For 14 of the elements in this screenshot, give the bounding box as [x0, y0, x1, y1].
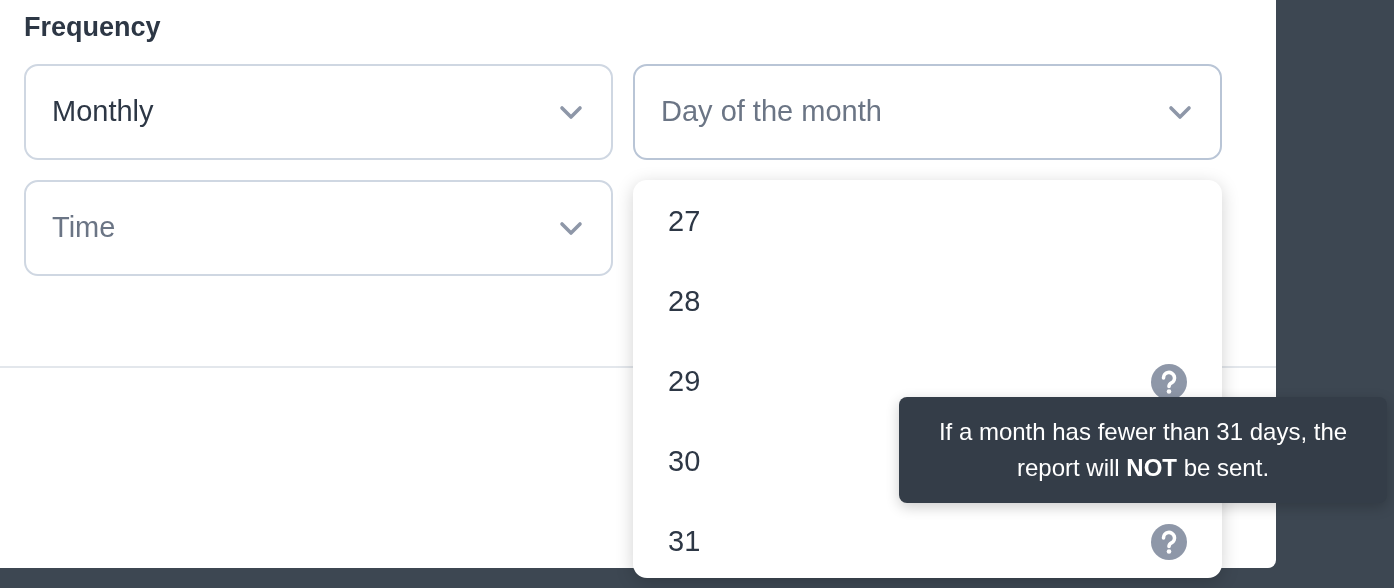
field-label: Frequency	[24, 11, 161, 44]
chevron-down-icon	[559, 104, 583, 120]
tooltip: If a month has fewer than 31 days, the report will NOT be sent.	[899, 397, 1387, 503]
select-field[interactable]: Time	[24, 180, 613, 276]
select-field[interactable]: Day of the month	[633, 64, 1222, 160]
dropdown-option[interactable]: 30	[668, 440, 701, 484]
dropdown-option[interactable]: 31	[668, 520, 701, 564]
dropdown-option[interactable]: 29	[668, 360, 701, 404]
chevron-down-icon	[559, 220, 583, 236]
dropdown-option[interactable]: 28	[668, 280, 701, 324]
chevron-down-icon	[1168, 104, 1192, 120]
help-icon[interactable]	[1151, 364, 1187, 400]
select-field[interactable]: Monthly	[24, 64, 613, 160]
dropdown-option[interactable]: 27	[668, 200, 701, 244]
